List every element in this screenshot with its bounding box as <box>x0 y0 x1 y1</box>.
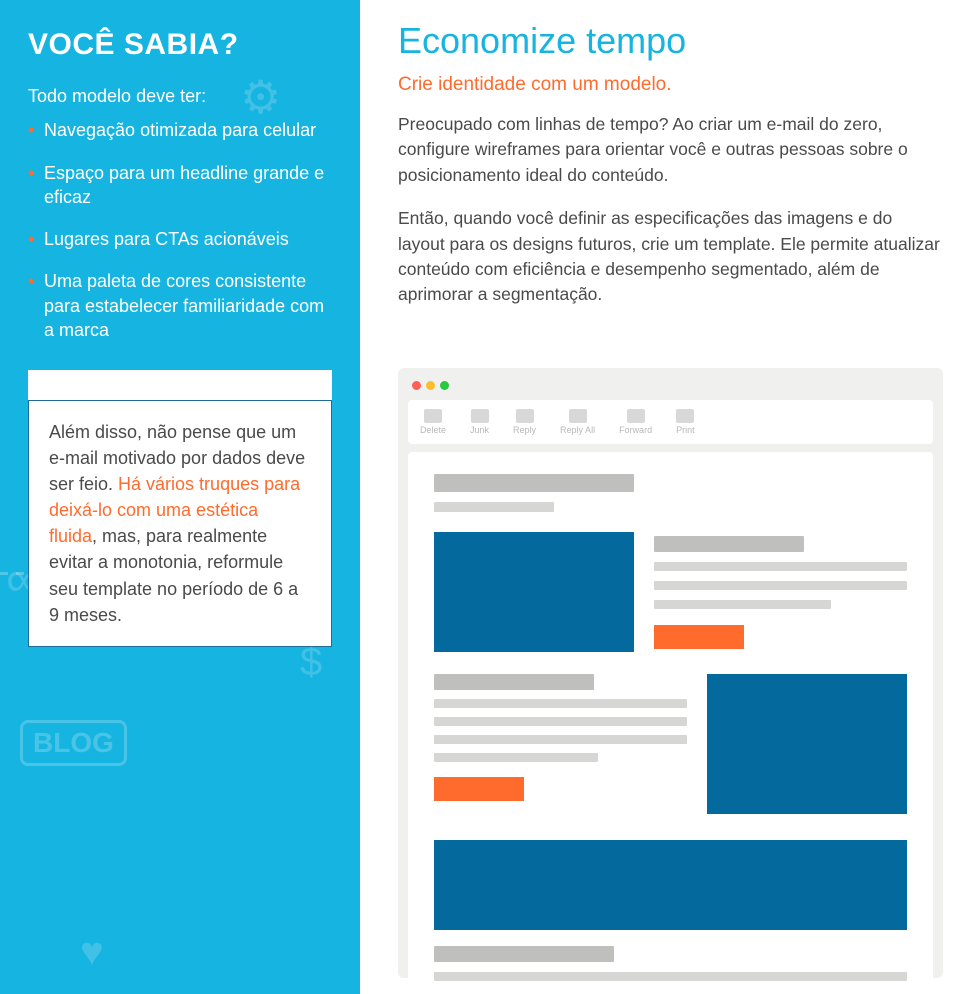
toolbar-junk: Junk <box>470 409 489 435</box>
toolbar-label: Junk <box>470 425 489 435</box>
maximize-icon <box>440 381 449 390</box>
placeholder-heading <box>654 536 804 552</box>
placeholder-line <box>434 699 687 708</box>
toolbar-label: Reply <box>513 425 536 435</box>
email-section-3 <box>434 840 907 982</box>
toolbar-label: Print <box>676 425 695 435</box>
toolbar-print: Print <box>676 409 695 435</box>
cta-placeholder <box>654 625 744 649</box>
email-header-block <box>434 474 907 512</box>
main-content: Economize tempo Crie identidade com um m… <box>398 20 943 326</box>
email-section-1 <box>434 532 907 652</box>
main-subheading: Crie identidade com um modelo. <box>398 74 943 96</box>
email-section-2 <box>434 674 907 814</box>
placeholder-subtitle <box>434 502 554 512</box>
sidebar-title: VOCÊ SABIA? <box>28 28 332 62</box>
dollar-icon: $ <box>300 640 322 685</box>
forward-icon <box>627 409 645 423</box>
email-body <box>408 452 933 982</box>
main-heading: Economize tempo <box>398 20 943 62</box>
placeholder-line <box>654 600 831 609</box>
email-wireframe: Delete Junk Reply Reply All Forward Prin… <box>398 368 943 978</box>
toolbar-label: Delete <box>420 425 446 435</box>
close-icon <box>412 381 421 390</box>
cta-placeholder <box>434 777 524 801</box>
placeholder-heading <box>434 674 594 690</box>
junk-icon <box>471 409 489 423</box>
blog-badge-icon: BLOG <box>20 720 127 766</box>
placeholder-line <box>654 581 907 590</box>
sidebar-list-item: Espaço para um headline grande e eficaz <box>28 161 332 210</box>
placeholder-line <box>434 717 687 726</box>
toolbar-reply: Reply <box>513 409 536 435</box>
placeholder-line <box>434 753 598 762</box>
main-paragraph-2: Então, quando você definir as especifica… <box>398 206 943 308</box>
trash-icon <box>424 409 442 423</box>
toolbar-label: Forward <box>619 425 652 435</box>
gear-icon: ⚙ <box>240 70 281 124</box>
heart-icon: ♥ <box>80 930 104 975</box>
minimize-icon <box>426 381 435 390</box>
banner-placeholder <box>434 840 907 930</box>
placeholder-line <box>434 972 907 981</box>
image-placeholder <box>707 674 907 814</box>
reply-icon <box>516 409 534 423</box>
toolbar-label: Reply All <box>560 425 595 435</box>
placeholder-line <box>654 562 907 571</box>
placeholder-line <box>434 735 687 744</box>
sidebar-list-item: Lugares para CTAs acionáveis <box>28 227 332 251</box>
image-placeholder <box>434 532 634 652</box>
email-toolbar: Delete Junk Reply Reply All Forward Prin… <box>408 400 933 444</box>
placeholder-title <box>434 474 634 492</box>
sidebar-list-item: Uma paleta de cores consistente para est… <box>28 269 332 342</box>
toolbar-forward: Forward <box>619 409 652 435</box>
reply-all-icon <box>569 409 587 423</box>
toolbar-delete: Delete <box>420 409 446 435</box>
print-icon <box>676 409 694 423</box>
placeholder-heading <box>434 946 614 962</box>
callout-box: Além disso, não pense que um e-mail moti… <box>28 370 332 647</box>
sidebar-list-item: Navegação otimizada para celular <box>28 118 332 142</box>
main-paragraph-1: Preocupado com linhas de tempo? Ao criar… <box>398 112 943 188</box>
window-titlebar <box>408 378 933 392</box>
sidebar-list: Navegação otimizada para celular Espaço … <box>28 118 332 342</box>
toolbar-reply-all: Reply All <box>560 409 595 435</box>
sidebar-intro: Todo modelo deve ter: <box>28 84 332 108</box>
